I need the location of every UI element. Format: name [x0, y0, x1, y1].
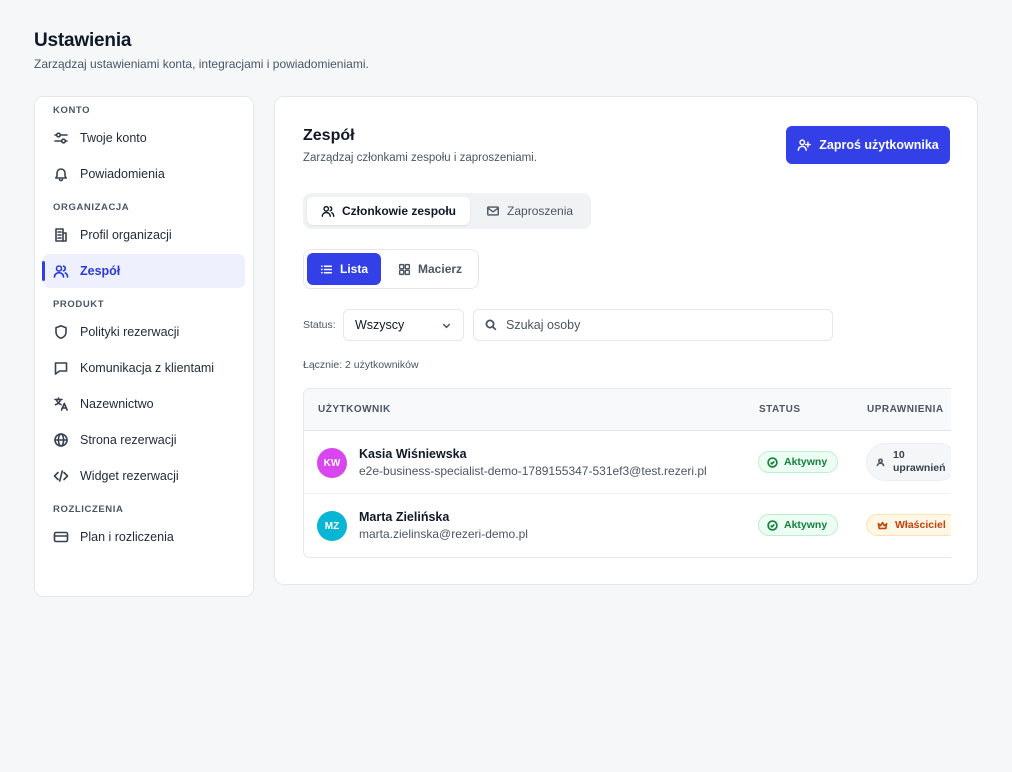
sidebar-item-strona-rezerwacji[interactable]: Strona rezerwacji	[43, 423, 245, 457]
panel-title: Zespół	[303, 127, 355, 144]
status-filter-value: Wszyscy	[355, 318, 405, 332]
column-header-user[interactable]: UŻYTKOWNIK	[318, 404, 391, 415]
sidebar-item-polityki-rezerwacji[interactable]: Polityki rezerwacji	[43, 315, 245, 349]
invite-user-label: Zaproś użytkownika	[819, 138, 939, 152]
mail-icon	[487, 206, 499, 216]
sidebar-item-label: Profil organizacji	[80, 228, 172, 242]
members-table: UŻYTKOWNIK STATUS UPRAWNIENIA KW Kasia W…	[303, 388, 951, 558]
search-icon	[485, 319, 497, 331]
invite-user-button[interactable]: Zaproś użytkownika	[786, 126, 950, 164]
status-badge-label: Aktywny	[784, 456, 828, 468]
tab-team-members[interactable]: Członkowie zespołu	[307, 197, 471, 225]
view-list-label: Lista	[340, 262, 369, 276]
owner-badge: Właściciel	[866, 514, 951, 536]
sidebar-item-nazewnictwo[interactable]: Nazewnictwo	[43, 387, 245, 421]
check-circle-icon	[767, 456, 778, 468]
grid-icon	[398, 263, 411, 275]
avatar: KW	[317, 448, 347, 478]
translate-icon	[54, 397, 68, 411]
sidebar-item-label: Nazewnictwo	[80, 397, 154, 411]
building-icon	[55, 228, 67, 242]
search-person-box	[473, 309, 833, 341]
view-matrix-button[interactable]: Macierz	[385, 253, 475, 285]
view-matrix-label: Macierz	[418, 262, 463, 276]
page-subtitle: Zarządzaj ustawieniami konta, integracja…	[34, 57, 369, 71]
user-email: e2e-business-specialist-demo-1789155347-…	[359, 464, 707, 478]
tab-label: Zaproszenia	[507, 204, 574, 218]
users-icon	[321, 205, 335, 217]
section-label-produkt: PRODUKT	[53, 299, 105, 310]
sidebar-item-zespol[interactable]: Zespół	[42, 254, 245, 288]
permissions-count: 10 uprawnień	[893, 449, 946, 474]
sliders-icon	[54, 132, 68, 144]
view-list-button[interactable]: Lista	[307, 253, 382, 285]
crown-icon	[877, 521, 888, 529]
sidebar-item-powiadomienia[interactable]: Powiadomienia	[43, 157, 245, 191]
avatar: MZ	[317, 511, 347, 541]
table-header: UŻYTKOWNIK STATUS UPRAWNIENIA	[304, 389, 951, 431]
globe-icon	[54, 433, 68, 447]
status-badge: Aktywny	[758, 451, 839, 473]
page-title: Ustawienia	[34, 30, 132, 51]
bell-icon	[55, 168, 67, 182]
owner-badge-label: Właściciel	[895, 519, 946, 531]
sidebar-item-label: Polityki rezerwacji	[80, 325, 180, 339]
page-header: Ustawienia Zarządzaj ustawieniami konta,…	[34, 30, 369, 71]
team-panel: Zespół Zarządzaj członkami zespołu i zap…	[274, 96, 978, 585]
view-toggle: Lista Macierz	[303, 249, 480, 289]
permissions-badge[interactable]: 10 uprawnień	[866, 443, 951, 481]
message-icon	[54, 362, 68, 375]
sidebar-item-label: Twoje konto	[80, 131, 147, 145]
section-label-konto: KONTO	[53, 105, 91, 116]
chevron-down-icon	[442, 323, 451, 328]
list-icon	[320, 265, 333, 273]
sidebar-item-label: Plan i rozliczenia	[80, 530, 174, 544]
sidebar-item-profil-organizacji[interactable]: Profil organizacji	[43, 218, 245, 252]
shield-icon	[55, 325, 67, 339]
tab-label: Członkowie zespołu	[342, 204, 457, 218]
sidebar-item-plan-i-rozliczenia[interactable]: Plan i rozliczenia	[43, 520, 245, 554]
sidebar-item-label: Strona rezerwacji	[80, 433, 177, 447]
user-name: Marta Zielińska	[359, 510, 450, 524]
sidebar-item-label: Zespół	[80, 264, 121, 278]
panel-description: Zarządzaj członkami zespołu i zaproszeni…	[303, 152, 537, 164]
total-users-count: Łącznie: 2 użytkowników	[303, 359, 419, 371]
status-filter-label: Status:	[303, 319, 336, 331]
check-circle-icon	[767, 519, 778, 531]
team-tabs: Członkowie zespołu Zaproszenia	[303, 193, 592, 229]
table-row[interactable]: MZ Marta Zielińska marta.zielinska@rezer…	[304, 494, 951, 557]
tab-invitations[interactable]: Zaproszenia	[472, 197, 587, 225]
code-icon	[53, 470, 69, 482]
search-person-input[interactable]	[506, 318, 821, 332]
sidebar-item-label: Komunikacja z klientami	[80, 361, 215, 375]
sidebar-item-label: Widget rezerwacji	[80, 469, 179, 483]
sidebar-item-twoje-konto[interactable]: Twoje konto	[43, 121, 245, 155]
status-filter-select[interactable]: Wszyscy	[343, 309, 464, 341]
user-icon	[876, 457, 885, 466]
column-header-status[interactable]: STATUS	[759, 404, 801, 415]
user-plus-icon	[797, 139, 812, 151]
section-label-rozliczenia: ROZLICZENIA	[53, 504, 124, 515]
table-row[interactable]: KW Kasia Wiśniewska e2e-business-special…	[304, 431, 951, 494]
credit-card-icon	[53, 531, 69, 543]
user-name: Kasia Wiśniewska	[359, 447, 467, 461]
user-email: marta.zielinska@rezeri-demo.pl	[359, 527, 528, 541]
sidebar-item-label: Powiadomienia	[80, 167, 165, 181]
section-label-organizacja: ORGANIZACJA	[53, 202, 130, 213]
status-badge: Aktywny	[758, 514, 839, 536]
sidebar-item-komunikacja[interactable]: Komunikacja z klientami	[43, 351, 245, 385]
users-icon	[53, 265, 69, 278]
column-header-permissions[interactable]: UPRAWNIENIA	[867, 404, 944, 415]
status-badge-label: Aktywny	[784, 519, 828, 531]
sidebar-item-widget-rezerwacji[interactable]: Widget rezerwacji	[43, 459, 245, 493]
settings-sidebar: KONTO Twoje konto Powiadomienia ORGANIZA…	[34, 96, 254, 597]
